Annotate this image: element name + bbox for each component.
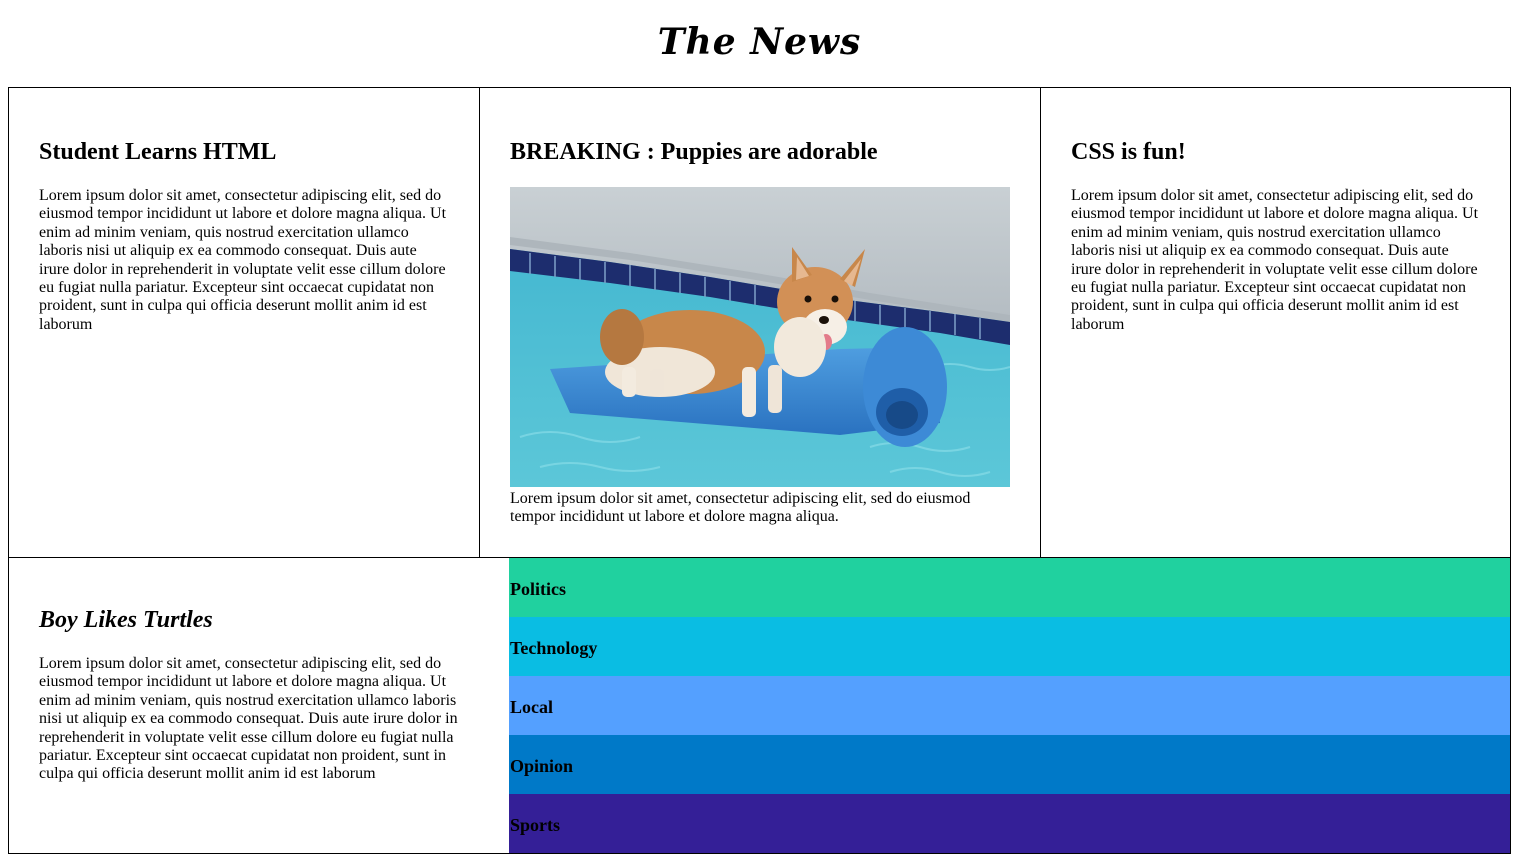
nav-item-technology[interactable]: Technology <box>509 617 1510 676</box>
category-list: Politics Technology Local Opinion Sports <box>509 558 1510 853</box>
nav-item-opinion[interactable]: Opinion <box>509 735 1510 794</box>
article-cell-breaking-puppies: BREAKING : Puppies are adorable Lorem ip… <box>479 87 1042 558</box>
article-body: Lorem ipsum dolor sit amet, consectetur … <box>39 187 447 333</box>
article-cell-boy-likes-turtles: Boy Likes Turtles Lorem ipsum dolor sit … <box>8 557 511 854</box>
corgi-photo <box>510 187 1010 487</box>
article-cell-css-is-fun: CSS is fun! Lorem ipsum dolor sit amet, … <box>1040 87 1511 558</box>
article-body: Lorem ipsum dolor sit amet, consectetur … <box>510 490 971 526</box>
article-headline: BREAKING : Puppies are adorable <box>510 139 878 165</box>
nav-item-sports[interactable]: Sports <box>509 794 1510 853</box>
site-title: The News <box>657 21 862 63</box>
nav-item-local[interactable]: Local <box>509 676 1510 735</box>
article-headline: Boy Likes Turtles <box>39 607 213 633</box>
article-cell-student-learns-html: Student Learns HTML Lorem ipsum dolor si… <box>8 87 480 558</box>
article-body: Lorem ipsum dolor sit amet, consectetur … <box>39 655 458 783</box>
article-headline: Student Learns HTML <box>39 139 277 165</box>
nav-item-politics[interactable]: Politics <box>509 558 1510 617</box>
article-body: Lorem ipsum dolor sit amet, consectetur … <box>1071 187 1479 333</box>
article-headline: CSS is fun! <box>1071 139 1186 165</box>
category-nav: Politics Technology Local Opinion Sports <box>509 557 1511 854</box>
